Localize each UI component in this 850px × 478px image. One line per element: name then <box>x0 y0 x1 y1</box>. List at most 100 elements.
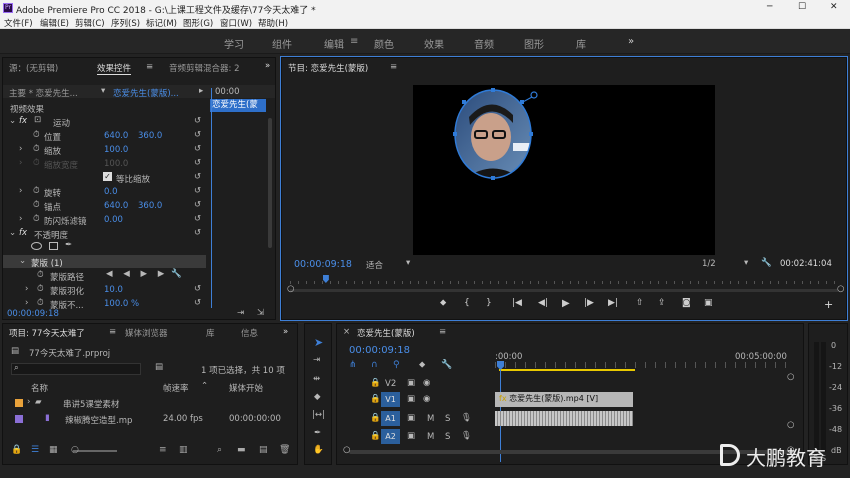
uniform-scale-checkbox[interactable]: ✓ <box>103 172 112 181</box>
solo-button[interactable]: S <box>445 414 450 424</box>
add-marker-icon[interactable]: ⬥ <box>419 360 425 370</box>
export-frame-icon[interactable]: ⇥ <box>237 308 244 318</box>
go-to-in-icon[interactable]: |◀ <box>512 298 522 308</box>
tab-libraries[interactable]: 库 <box>206 327 215 339</box>
workspace-editing[interactable]: 编辑 <box>324 36 344 51</box>
camera-icon[interactable]: ◙ <box>682 298 691 308</box>
stopwatch-icon[interactable]: ⏱ <box>37 270 44 280</box>
program-scroll[interactable] <box>290 289 838 292</box>
motion-transform-icon[interactable]: ⊡ <box>34 115 41 125</box>
position-y-value[interactable]: 360.0 <box>138 131 162 141</box>
expand-icon[interactable]: › <box>25 284 28 294</box>
workspace-learn[interactable]: 学习 <box>224 36 244 51</box>
rotation-value[interactable]: 0.0 <box>104 187 118 197</box>
lock-icon[interactable]: 🔒 <box>370 378 381 388</box>
menu-edit[interactable]: 编辑(E) <box>40 17 69 29</box>
mark-out-icon[interactable]: } <box>486 298 492 308</box>
menu-help[interactable]: 帮助(H) <box>258 17 288 29</box>
lock-icon[interactable]: 🔒 <box>370 394 381 404</box>
reset-icon[interactable]: ↺ <box>194 186 201 196</box>
linked-selection-icon[interactable]: ⚲ <box>393 360 400 370</box>
slip-tool-icon[interactable]: |↔| <box>312 410 325 420</box>
expand-icon[interactable]: › <box>19 214 22 224</box>
position-x-value[interactable]: 640.0 <box>104 131 128 141</box>
reset-icon[interactable]: ↺ <box>194 116 201 126</box>
expand-icon[interactable]: › <box>19 186 22 196</box>
reset-icon[interactable]: ↺ <box>194 298 201 308</box>
video-frame[interactable] <box>413 85 715 255</box>
zoom-handle-icon[interactable]: ○ <box>71 445 79 455</box>
icon-view-icon[interactable]: ▦ <box>49 445 58 455</box>
track-select-tool-icon[interactable]: ⇥ <box>313 355 320 365</box>
mark-in-icon[interactable]: { <box>464 298 470 308</box>
minimize-button[interactable]: ─ <box>767 2 772 12</box>
tab-audio-mixer[interactable]: 音频剪辑混合器: 2 <box>169 62 239 74</box>
program-scrub-bar[interactable] <box>290 275 838 285</box>
bin-name[interactable]: 串讲5课堂素材 <box>63 398 119 410</box>
eye-icon[interactable]: ◉ <box>423 378 430 388</box>
step-back-icon[interactable]: ◀| <box>538 298 548 308</box>
timeline-menu-icon[interactable]: ≡ <box>439 327 446 337</box>
workspace-effects[interactable]: 效果 <box>424 36 444 51</box>
new-bin-icon[interactable]: ▬ <box>237 445 246 455</box>
panel-more-icon[interactable]: » <box>265 61 270 71</box>
timeline-timecode[interactable]: 00:00:09:18 <box>349 345 410 356</box>
audio-clip[interactable] <box>495 411 633 426</box>
zoom-slider[interactable] <box>73 450 117 452</box>
add-marker-icon[interactable]: ⬥ <box>440 298 446 308</box>
panel-more-icon[interactable]: » <box>283 327 288 337</box>
wrench-icon[interactable]: 🔧 <box>761 258 772 268</box>
add-button-icon[interactable]: + <box>824 298 833 311</box>
nest-icon[interactable]: ⋔ <box>349 360 357 370</box>
new-item-icon[interactable]: ▤ <box>259 445 268 455</box>
sort-ascending-icon[interactable]: ⌃ <box>201 381 208 391</box>
track-target-a1[interactable]: A1 <box>381 411 400 426</box>
solo-button[interactable]: S <box>445 432 450 442</box>
work-area-bar[interactable] <box>499 369 635 371</box>
resolution-select[interactable]: 1/2 <box>702 259 716 269</box>
list-view-icon[interactable]: ☰ <box>31 445 39 455</box>
expand-opacity-icon[interactable]: ⌄ <box>9 228 16 238</box>
mute-button[interactable]: M <box>427 432 434 442</box>
stopwatch-icon[interactable]: ⏱ <box>37 284 44 294</box>
sync-icon[interactable]: ▣ <box>407 413 415 423</box>
expand-motion-icon[interactable]: ⌄ <box>9 116 16 126</box>
label-color-swatch[interactable] <box>15 399 23 407</box>
menu-graphics[interactable]: 图形(G) <box>183 17 213 29</box>
search-input[interactable] <box>11 363 141 375</box>
list-item[interactable]: › ▰ 串讲5课堂素材 <box>3 396 297 410</box>
sort-icons-icon[interactable]: ≡ <box>159 445 167 455</box>
stopwatch-icon[interactable]: ⏱ <box>33 130 40 140</box>
chevron-down-icon[interactable]: ▾ <box>744 258 748 268</box>
reset-icon[interactable]: ↺ <box>194 144 201 154</box>
pen-tool-icon[interactable]: ✒ <box>314 428 321 438</box>
menu-marker[interactable]: 标记(M) <box>146 17 177 29</box>
wrench-icon[interactable]: 🔧 <box>441 360 452 370</box>
lock-icon[interactable]: 🔒 <box>11 445 22 455</box>
eye-icon[interactable]: ◉ <box>423 394 430 404</box>
expand-icon[interactable]: › <box>27 397 30 407</box>
vscroll-icon[interactable]: ○ <box>787 420 794 430</box>
close-button[interactable]: ✕ <box>830 2 838 12</box>
snap-icon[interactable]: ∩ <box>371 360 378 370</box>
reset-icon[interactable]: ↺ <box>194 172 201 182</box>
rectangle-mask-icon[interactable] <box>49 242 58 250</box>
list-item[interactable]: ▮ 辣椒腾空造型.mp 24.00 fps 00:00:00:00 <box>3 412 297 426</box>
selection-tool-icon[interactable]: ➤ <box>314 336 323 349</box>
play-only-icon[interactable]: ▸ <box>199 86 203 96</box>
tab-source[interactable]: 源：(无剪辑) <box>9 62 58 74</box>
microphone-icon[interactable]: 🎙 <box>461 431 472 441</box>
pin-icon[interactable]: ⇲ <box>257 308 264 318</box>
lock-icon[interactable]: 🔒 <box>370 431 381 441</box>
workspace-graphics[interactable]: 图形 <box>524 36 544 51</box>
effect-panel-scrollbar[interactable] <box>268 118 272 248</box>
expand-icon[interactable]: › <box>19 144 22 154</box>
clip-name[interactable]: 辣椒腾空造型.mp <box>65 414 132 426</box>
mask-feather-value[interactable]: 10.0 <box>104 285 123 295</box>
expand-icon[interactable]: › <box>25 298 28 308</box>
workspace-libraries[interactable]: 库 <box>576 36 586 51</box>
lift-icon[interactable]: ⇧ <box>636 298 644 308</box>
reset-icon[interactable]: ↺ <box>194 158 201 168</box>
anchor-x-value[interactable]: 640.0 <box>104 201 128 211</box>
reset-icon[interactable]: ↺ <box>194 284 201 294</box>
